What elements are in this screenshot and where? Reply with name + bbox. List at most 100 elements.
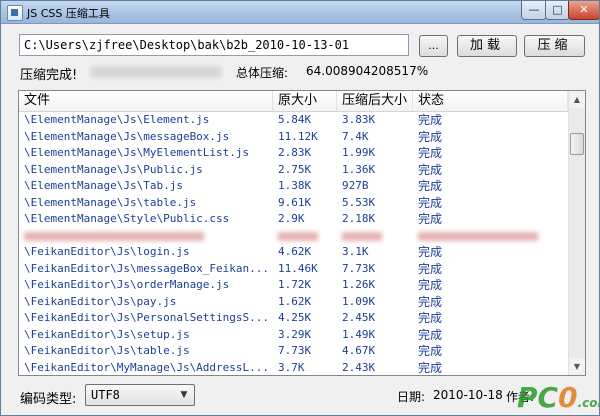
total-compression-label: 总体压缩: bbox=[236, 66, 289, 80]
cell-compressed-size: 7.73K bbox=[342, 261, 376, 275]
cell-original-size: 3.7K bbox=[278, 360, 305, 374]
compress-button[interactable]: 压缩 bbox=[524, 35, 585, 57]
watermark-text-a: PC bbox=[517, 381, 559, 414]
cell-status bbox=[418, 231, 538, 241]
cell-original-size: 7.73K bbox=[278, 344, 312, 357]
cell-compressed-size bbox=[342, 231, 382, 241]
table-row[interactable]: \FeikanEditor\Js\setup.js 3.29K 1.49K 完成 bbox=[19, 327, 568, 344]
cell-compressed-size: 1.09K bbox=[342, 294, 376, 308]
cell-status: 完成 bbox=[418, 162, 443, 177]
cell-compressed-size: 1.99K bbox=[342, 146, 376, 159]
table-row[interactable]: \ElementManage\Js\Tab.js 1.38K 927B 完成 bbox=[19, 178, 568, 195]
column-header-original-size[interactable]: 原大小 bbox=[273, 91, 337, 111]
table-row[interactable]: \ElementManage\Js\Public.js 2.75K 1.36K 完成 bbox=[19, 162, 568, 179]
table-row[interactable]: \ElementManage\Js\Element.js 5.84K 3.83K 完成 bbox=[19, 112, 568, 129]
cell-file: \ElementManage\Js\Element.js bbox=[24, 113, 210, 126]
cell-original-size: 3.29K bbox=[278, 327, 312, 341]
cell-original-size: 5.84K bbox=[278, 113, 312, 126]
cell-compressed-size: 4.67K bbox=[342, 344, 376, 357]
cell-original-size: 2.83K bbox=[278, 146, 312, 159]
cell-original-size bbox=[278, 231, 318, 241]
status-label: 压缩完成! bbox=[20, 68, 78, 83]
cell-file: \FeikanEditor\Js\setup.js bbox=[24, 327, 190, 341]
cell-original-size: 9.61K bbox=[278, 195, 312, 209]
encoding-select[interactable]: UTF8 ▼ bbox=[85, 384, 195, 406]
cell-file: \FeikanEditor\Js\orderManage.js bbox=[24, 278, 230, 291]
cell-status: 完成 bbox=[418, 261, 443, 276]
cell-status: 完成 bbox=[418, 311, 443, 325]
title-bar: JS CSS 压缩工具 — □ ✕ bbox=[1, 1, 599, 24]
watermark-text-c: .com bbox=[577, 396, 599, 410]
table-row[interactable]: \FeikanEditor\Js\orderManage.js 1.72K 1.26… bbox=[19, 277, 568, 294]
cell-original-size: 4.25K bbox=[278, 311, 312, 324]
cell-compressed-size: 1.49K bbox=[342, 327, 376, 341]
cell-file: \FeikanEditor\Js\table.js bbox=[24, 344, 190, 357]
table-row-blurred[interactable] bbox=[19, 228, 568, 245]
cell-status: 完成 bbox=[418, 146, 443, 160]
encoding-label: 编码类型: bbox=[20, 392, 77, 407]
cell-status: 完成 bbox=[418, 212, 443, 226]
cell-file: \FeikanEditor\MyManage\Js\AddressL... bbox=[24, 360, 270, 374]
cell-original-size: 1.72K bbox=[278, 278, 312, 291]
cell-status: 完成 bbox=[418, 129, 443, 144]
scroll-thumb[interactable] bbox=[570, 133, 584, 155]
load-button[interactable]: 加载 bbox=[457, 35, 517, 57]
watermark-text-b: 0 bbox=[558, 381, 578, 414]
cell-file: \ElementManage\Js\Tab.js bbox=[24, 179, 183, 192]
table-row[interactable]: \ElementManage\Js\table.js 9.61K 5.53K 完成 bbox=[19, 195, 568, 212]
cell-file: \ElementManage\Js\table.js bbox=[24, 195, 197, 209]
close-button[interactable]: ✕ bbox=[568, 1, 599, 20]
table-row[interactable]: \FeikanEditor\MyManage\Js\AddressL... 3.7… bbox=[19, 360, 568, 376]
cell-original-size: 4.62K bbox=[278, 245, 312, 258]
cell-compressed-size: 5.53K bbox=[342, 195, 376, 209]
cell-file: \FeikanEditor\Js\messageBox_Feikan... bbox=[24, 261, 270, 275]
cell-original-size: 2.9K bbox=[278, 212, 305, 225]
table-row[interactable]: \FeikanEditor\Js\pay.js 1.62K 1.09K 完成 bbox=[19, 294, 568, 311]
table-row[interactable]: \FeikanEditor\Js\PersonalSettingsS... 4.2… bbox=[19, 310, 568, 327]
chevron-down-icon[interactable]: ▼ bbox=[176, 387, 192, 403]
table-row[interactable]: \FeikanEditor\Js\messageBox_Feikan... 11.… bbox=[19, 261, 568, 278]
table-row[interactable]: \FeikanEditor\Js\login.js 4.62K 3.1K 完成 bbox=[19, 244, 568, 261]
cell-original-size: 1.38K bbox=[278, 179, 312, 192]
maximize-button[interactable]: □ bbox=[545, 1, 570, 20]
scroll-up-icon[interactable]: ▲ bbox=[569, 91, 585, 108]
cell-original-size: 11.12K bbox=[278, 129, 318, 143]
cell-compressed-size: 927B bbox=[342, 179, 369, 192]
list-rows: \ElementManage\Js\Element.js 5.84K 3.83K 完成… bbox=[19, 112, 568, 376]
cell-status: 完成 bbox=[418, 344, 443, 358]
cell-status: 完成 bbox=[418, 278, 443, 292]
path-input[interactable]: C:\Users\zjfree\Desktop\bak\b2b_2010-10-… bbox=[19, 34, 409, 56]
cell-file: \FeikanEditor\Js\login.js bbox=[24, 245, 190, 258]
app-icon bbox=[7, 5, 23, 21]
cell-file: \ElementManage\Js\MyElementList.js bbox=[24, 146, 250, 159]
total-compression-value: 64.008904208517% bbox=[306, 64, 429, 78]
file-list[interactable]: 文件 原大小 压缩后大小 状态 \ElementManage\Js\Elemen… bbox=[18, 90, 586, 376]
table-row[interactable]: \FeikanEditor\Js\table.js 7.73K 4.67K 完成 bbox=[19, 343, 568, 360]
cell-file: \FeikanEditor\Js\PersonalSettingsS... bbox=[24, 311, 270, 324]
table-row[interactable]: \ElementManage\Style\Public.css 2.9K 2.18K… bbox=[19, 211, 568, 228]
cell-file: \FeikanEditor\Js\pay.js bbox=[24, 294, 177, 308]
column-header-file[interactable]: 文件 bbox=[19, 91, 273, 111]
vertical-scrollbar[interactable]: ▲ ▼ bbox=[568, 91, 585, 375]
table-row[interactable]: \ElementManage\Js\messageBox.js 11.12K 7.4… bbox=[19, 129, 568, 146]
cell-file: \ElementManage\Js\Public.js bbox=[24, 162, 203, 176]
window-title: JS CSS 压缩工具 bbox=[27, 7, 110, 20]
cell-compressed-size: 2.43K bbox=[342, 360, 376, 374]
cell-compressed-size: 7.4K bbox=[342, 129, 369, 143]
scroll-down-icon[interactable]: ▼ bbox=[569, 358, 585, 375]
cell-status: 完成 bbox=[418, 113, 443, 127]
browse-button[interactable]: ... bbox=[419, 35, 448, 57]
cell-status: 完成 bbox=[418, 294, 443, 309]
minimize-button[interactable]: — bbox=[521, 1, 547, 20]
cell-compressed-size: 2.45K bbox=[342, 311, 376, 324]
date-value: 2010-10-18 bbox=[433, 388, 503, 402]
cell-status: 完成 bbox=[418, 179, 443, 193]
column-header-compressed-size[interactable]: 压缩后大小 bbox=[337, 91, 413, 111]
date-label: 日期: bbox=[397, 390, 426, 404]
cell-compressed-size: 3.83K bbox=[342, 113, 376, 126]
cell-compressed-size: 1.36K bbox=[342, 162, 376, 176]
cell-file: \ElementManage\Style\Public.css bbox=[24, 212, 230, 225]
table-row[interactable]: \ElementManage\Js\MyElementList.js 2.83K 1… bbox=[19, 145, 568, 162]
pc0359-watermark-logo: PC0.com bbox=[517, 381, 599, 414]
column-header-status[interactable]: 状态 bbox=[413, 91, 568, 111]
